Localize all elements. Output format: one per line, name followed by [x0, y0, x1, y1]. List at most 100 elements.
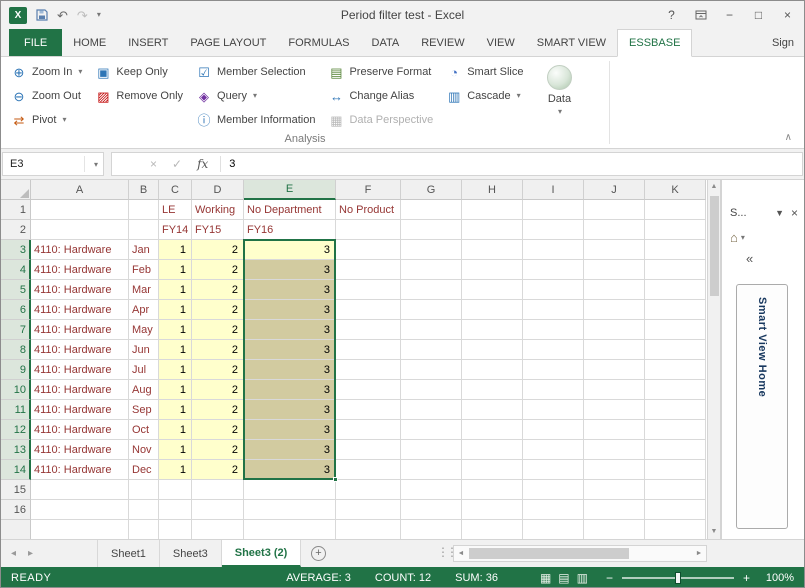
cell-A4[interactable]: 4110: Hardware	[31, 260, 129, 280]
cell-F6[interactable]	[336, 300, 401, 320]
cell-H12[interactable]	[462, 420, 523, 440]
cell-C12[interactable]: 1	[159, 420, 192, 440]
col-header-C[interactable]: C	[159, 180, 192, 200]
cell-E12[interactable]: 3	[244, 420, 336, 440]
cell-H16[interactable]	[462, 500, 523, 520]
cell-G6[interactable]	[401, 300, 462, 320]
cell-K2[interactable]	[645, 220, 706, 240]
page-layout-view-icon[interactable]: ▤	[558, 571, 569, 585]
cell-I6[interactable]	[523, 300, 584, 320]
cell-B13[interactable]: Nov	[129, 440, 159, 460]
cell-K12[interactable]	[645, 420, 706, 440]
cell-C8[interactable]: 1	[159, 340, 192, 360]
cell-K11[interactable]	[645, 400, 706, 420]
cell-H6[interactable]	[462, 300, 523, 320]
col-header-J[interactable]: J	[584, 180, 645, 200]
ribbon-button-query[interactable]: ◈Query▾	[192, 85, 319, 107]
cell-D16[interactable]	[192, 500, 244, 520]
next-sheet-icon[interactable]: ▸	[28, 548, 33, 559]
ribbon-button-data[interactable]: Data▾	[536, 61, 582, 116]
cell-A15[interactable]	[31, 480, 129, 500]
help-icon[interactable]: ?	[657, 1, 686, 29]
cell-H8[interactable]	[462, 340, 523, 360]
smart-view-home-button[interactable]: Smart View Home	[736, 284, 788, 529]
cell-C9[interactable]: 1	[159, 360, 192, 380]
cell-D5[interactable]: 2	[192, 280, 244, 300]
horizontal-scrollbar[interactable]: ◄ ►	[453, 545, 707, 562]
ribbon-tab-file[interactable]: FILE	[9, 29, 62, 56]
cell-K14[interactable]	[645, 460, 706, 480]
ribbon-tab-insert[interactable]: INSERT	[117, 29, 179, 56]
cell-J13[interactable]	[584, 440, 645, 460]
col-header-K[interactable]: K	[645, 180, 706, 200]
cell-E10[interactable]: 3	[244, 380, 336, 400]
col-header-E[interactable]: E	[244, 180, 336, 200]
ribbon-button-keep-only[interactable]: ▣Keep Only	[91, 61, 187, 83]
ribbon-button-remove-only[interactable]: ▨Remove Only	[91, 85, 187, 107]
cell-H9[interactable]	[462, 360, 523, 380]
cell-D13[interactable]: 2	[192, 440, 244, 460]
cell-G13[interactable]	[401, 440, 462, 460]
zoom-out-button[interactable]: −	[606, 572, 613, 584]
cell-F8[interactable]	[336, 340, 401, 360]
cell-H13[interactable]	[462, 440, 523, 460]
cell-E3[interactable]: 3	[244, 240, 336, 260]
cell-G10[interactable]	[401, 380, 462, 400]
cell-D2[interactable]: FY15	[192, 220, 244, 240]
cell-I9[interactable]	[523, 360, 584, 380]
ribbon-button-preserve-format[interactable]: ▤Preserve Format	[324, 61, 437, 83]
cell-A7[interactable]: 4110: Hardware	[31, 320, 129, 340]
cell-A16[interactable]	[31, 500, 129, 520]
name-box-dropdown-icon[interactable]: ▾	[94, 160, 98, 169]
cell-I2[interactable]	[523, 220, 584, 240]
cell-J7[interactable]	[584, 320, 645, 340]
cell-A5[interactable]: 4110: Hardware	[31, 280, 129, 300]
cell-I14[interactable]	[523, 460, 584, 480]
cell-J10[interactable]	[584, 380, 645, 400]
scroll-right-icon[interactable]: ►	[692, 546, 706, 561]
zoom-in-button[interactable]: +	[743, 572, 750, 584]
cell-F7[interactable]	[336, 320, 401, 340]
vertical-scrollbar-thumb[interactable]	[710, 196, 719, 296]
ribbon-button-cascade[interactable]: ▥Cascade▾	[442, 85, 527, 107]
cell-I3[interactable]	[523, 240, 584, 260]
cell-H11[interactable]	[462, 400, 523, 420]
cell-D6[interactable]: 2	[192, 300, 244, 320]
cell-D3[interactable]: 2	[192, 240, 244, 260]
sheet-tab-sheet3-2[interactable]: Sheet3 (2)	[222, 540, 302, 567]
cell-D7[interactable]: 2	[192, 320, 244, 340]
cell-K7[interactable]	[645, 320, 706, 340]
cell-H3[interactable]	[462, 240, 523, 260]
cell-J9[interactable]	[584, 360, 645, 380]
ribbon-tab-view[interactable]: VIEW	[476, 29, 526, 56]
cell-I10[interactable]	[523, 380, 584, 400]
row-header-3[interactable]: 3	[1, 240, 31, 260]
ribbon-tab-review[interactable]: REVIEW	[410, 29, 475, 56]
cell-G4[interactable]	[401, 260, 462, 280]
cell-B2[interactable]	[129, 220, 159, 240]
cell-F3[interactable]	[336, 240, 401, 260]
ribbon-tab-page-layout[interactable]: PAGE LAYOUT	[179, 29, 277, 56]
cell-D9[interactable]: 2	[192, 360, 244, 380]
cell-I13[interactable]	[523, 440, 584, 460]
cell-A1[interactable]	[31, 200, 129, 220]
cell-I15[interactable]	[523, 480, 584, 500]
cell-E6[interactable]: 3	[244, 300, 336, 320]
cell-I16[interactable]	[523, 500, 584, 520]
cell-H4[interactable]	[462, 260, 523, 280]
horizontal-scrollbar-thumb[interactable]	[469, 548, 629, 559]
cell-B6[interactable]: Apr	[129, 300, 159, 320]
normal-view-icon[interactable]: ▦	[540, 571, 551, 585]
ribbon-tab-data[interactable]: DATA	[361, 29, 411, 56]
cell-I4[interactable]	[523, 260, 584, 280]
cell-E16[interactable]	[244, 500, 336, 520]
cell-I8[interactable]	[523, 340, 584, 360]
ribbon-tab-formulas[interactable]: FORMULAS	[277, 29, 360, 56]
cell-H5[interactable]	[462, 280, 523, 300]
cell-G14[interactable]	[401, 460, 462, 480]
cell-C3[interactable]: 1	[159, 240, 192, 260]
ribbon-button-zoom-out[interactable]: ⊖Zoom Out	[7, 85, 86, 107]
cell-E11[interactable]: 3	[244, 400, 336, 420]
cell-D10[interactable]: 2	[192, 380, 244, 400]
cell-E1[interactable]: No Department	[244, 200, 336, 220]
